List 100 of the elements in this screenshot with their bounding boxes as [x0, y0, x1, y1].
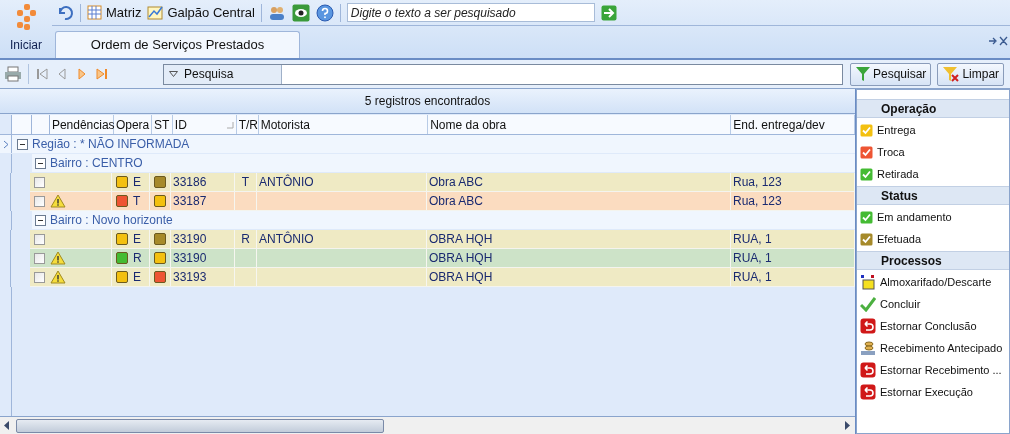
table-cell: 33190 — [171, 249, 235, 267]
table-cell-text: E — [133, 269, 141, 286]
column-header[interactable]: T/R — [236, 115, 259, 134]
printer-icon[interactable] — [4, 66, 22, 82]
panel-section-header: Operação — [857, 99, 1009, 118]
funnel-clear-icon — [942, 66, 961, 82]
table-cell: RUA, 1 — [731, 230, 855, 248]
table-cell: OBRA HQH — [427, 268, 731, 286]
table-cell: Rua, 123 — [731, 173, 855, 191]
caret-icon — [169, 71, 178, 77]
warning-icon — [50, 270, 66, 284]
row-checkbox[interactable] — [33, 176, 45, 188]
table-cell: Obra ABC — [427, 192, 731, 210]
column-header[interactable]: End. entrega/dev — [731, 115, 855, 134]
scrollbar-thumb[interactable] — [16, 418, 384, 433]
column-header[interactable]: ID — [172, 115, 237, 134]
table-cell: OBRA HQH — [427, 249, 731, 267]
panel-item[interactable]: Estornar Conclusão — [857, 315, 1009, 337]
coins-icon — [860, 340, 876, 356]
panel-item[interactable]: Estornar Recebimento ... — [857, 359, 1009, 381]
search-field[interactable]: Digite o texto a ser pesquisado — [346, 3, 595, 22]
table-cell-text: E — [133, 231, 141, 248]
first-record-icon[interactable] — [35, 67, 49, 81]
table-cell: OBRA HQH — [427, 230, 731, 248]
undo-icon — [860, 384, 876, 400]
table-cell: 33193 — [171, 268, 235, 286]
warning-icon — [50, 251, 66, 265]
table-cell: T — [235, 173, 257, 191]
records-summary: 5 registros encontrados — [0, 89, 855, 114]
group-label: Bairro : Novo horizonte — [50, 212, 173, 229]
table-row[interactable]: R 33190 OBRA HQH RUA, 1 — [30, 249, 855, 268]
panel-item[interactable]: Efetuada — [857, 228, 1009, 250]
scroll-right-icon[interactable] — [845, 421, 851, 430]
panel-section-header: Status — [857, 186, 1009, 205]
panel-item[interactable]: Almoxarifado/Descarte — [857, 271, 1009, 293]
undo-icon — [860, 362, 876, 378]
panel-item[interactable]: Retirada — [857, 163, 1009, 185]
filter-button[interactable]: Limpar — [937, 62, 1005, 86]
go-arrow-icon[interactable] — [600, 4, 617, 21]
table-cell: RUA, 1 — [731, 249, 855, 267]
row-checkbox[interactable] — [33, 271, 45, 283]
box-icon — [860, 274, 876, 290]
panel-item[interactable]: Em andamento — [857, 206, 1009, 228]
column-header[interactable]: Nome da obra — [428, 115, 732, 134]
chart-icon — [147, 5, 164, 20]
row-checkbox[interactable] — [33, 252, 45, 264]
column-header[interactable]: ST — [151, 115, 173, 134]
filter-dropdown[interactable]: Pesquisa — [164, 64, 282, 84]
start-button[interactable]: Iniciar — [0, 0, 52, 58]
table-cell: RUA, 1 — [731, 268, 855, 286]
search-bar[interactable]: Pesquisa — [163, 63, 843, 85]
tab[interactable]: Ordem de Serviços Prestados — [55, 31, 300, 58]
table-cell: Rua, 123 — [731, 192, 855, 210]
funnel-icon — [855, 66, 871, 82]
table-row[interactable]: T 33187 Obra ABC Rua, 123 — [30, 192, 855, 211]
panel-item[interactable]: Entrega — [857, 119, 1009, 141]
group-label: Região : * NÃO INFORMADA — [32, 136, 190, 153]
table-row[interactable]: E 33186 T ANTÔNIO Obra ABC Rua, 123 — [30, 173, 855, 192]
collapse-icon[interactable] — [35, 214, 46, 226]
table-cell: Obra ABC — [427, 173, 731, 191]
table-cell: ANTÔNIO — [257, 173, 427, 191]
pin-close-icon[interactable] — [988, 36, 1008, 46]
row-pointer-icon — [2, 139, 9, 149]
table-cell: ANTÔNIO — [257, 230, 427, 248]
panel-item[interactable]: Estornar Execução — [857, 381, 1009, 403]
table-row[interactable]: E 33190 R ANTÔNIO OBRA HQH RUA, 1 — [30, 230, 855, 249]
group-label: Bairro : CENTRO — [50, 155, 143, 172]
column-header[interactable]: Motorista — [258, 115, 429, 134]
panel-item[interactable]: Concluir — [857, 293, 1009, 315]
eye-icon[interactable] — [291, 3, 310, 22]
filter-button[interactable]: Pesquisar — [850, 62, 932, 86]
toolbar-button[interactable]: Matriz — [87, 2, 142, 23]
toolbar-button[interactable]: Galpão Central — [147, 2, 255, 23]
table-row[interactable]: E 33193 OBRA HQH RUA, 1 — [30, 268, 855, 287]
checkmark-icon — [860, 296, 876, 312]
panel-item[interactable]: Recebimento Antecipado — [857, 337, 1009, 359]
table-cell: R — [235, 230, 257, 248]
row-checkbox[interactable] — [33, 195, 45, 207]
undo-arrow-icon[interactable] — [56, 4, 74, 21]
collapse-icon[interactable] — [16, 138, 28, 150]
sort-icon — [225, 120, 234, 129]
column-header[interactable]: Opera — [113, 115, 152, 134]
table-cell-text: E — [133, 174, 141, 191]
table-cell: 33187 — [171, 192, 235, 210]
grid-icon — [87, 5, 102, 20]
help-icon[interactable] — [315, 3, 334, 22]
row-checkbox[interactable] — [33, 233, 45, 245]
panel-item[interactable]: Troca — [857, 141, 1009, 163]
users-icon[interactable] — [267, 4, 286, 21]
panel-section-header: Processos — [857, 251, 1009, 270]
table-cell-text: T — [133, 193, 141, 210]
last-record-icon[interactable] — [95, 67, 109, 81]
scroll-left-icon[interactable] — [4, 421, 10, 430]
column-header[interactable]: Pendências — [49, 115, 114, 134]
table-cell: 33190 — [171, 230, 235, 248]
table-cell-text: R — [133, 250, 142, 267]
warning-icon — [50, 194, 66, 208]
undo-icon — [860, 318, 876, 334]
table-cell: 33186 — [171, 173, 235, 191]
collapse-icon[interactable] — [35, 157, 46, 169]
